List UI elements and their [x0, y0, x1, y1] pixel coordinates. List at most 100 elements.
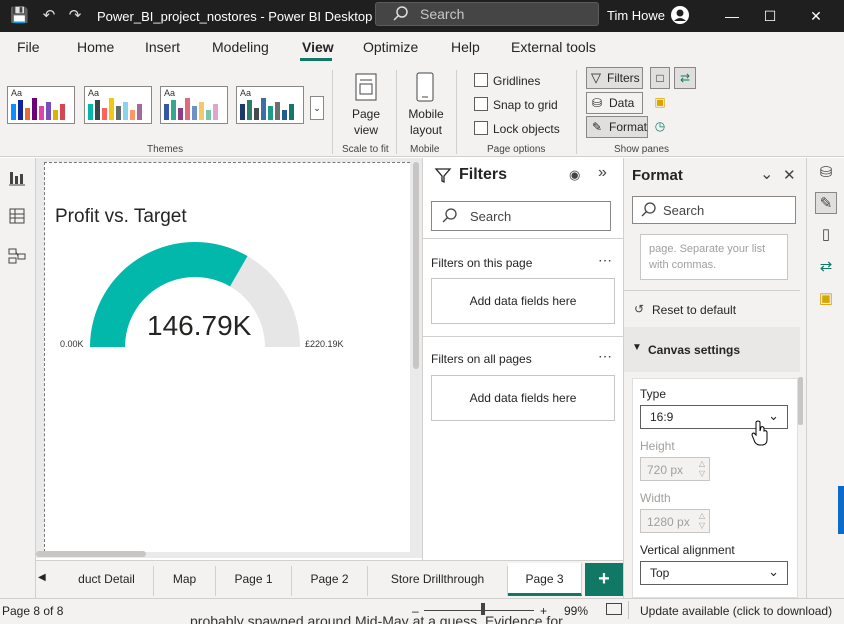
bookmark-pane-icon[interactable]: □: [650, 67, 670, 89]
snap-to-grid-checkbox[interactable]: [474, 97, 488, 111]
format-brush-icon: ✎: [592, 120, 603, 134]
divider: [422, 238, 623, 239]
menu-home[interactable]: Home: [77, 39, 114, 55]
tab-store-drillthrough[interactable]: Store Drillthrough: [368, 566, 508, 596]
database-icon: ⛁: [592, 96, 603, 110]
theme-swatch: [164, 98, 218, 120]
eye-icon[interactable]: ◉: [569, 167, 580, 183]
data-pane-icon[interactable]: ⛁: [815, 162, 837, 184]
vertical-alignment-label: Vertical alignment: [640, 543, 735, 557]
app-title: Power_BI_project_nostores - Power BI Des…: [97, 9, 373, 24]
filters-on-this-page-label: Filters on this page: [431, 256, 533, 270]
reset-to-default-link[interactable]: Reset to default: [652, 303, 736, 317]
format-pane-scrollbar[interactable]: [798, 377, 803, 425]
add-page-icon[interactable]: +: [585, 563, 623, 596]
selection-pane-icon[interactable]: ▣: [650, 92, 670, 114]
width-label: Width: [640, 491, 671, 505]
menu-external-tools[interactable]: External tools: [511, 39, 596, 55]
canvas-vertical-scrollbar[interactable]: [413, 162, 419, 369]
filters-on-all-pages-label: Filters on all pages: [431, 352, 532, 366]
vertical-alignment-dropdown[interactable]: Top ⌄: [640, 561, 788, 585]
tabs-scroll-left-icon[interactable]: ◀: [38, 572, 46, 583]
close-pane-icon[interactable]: ✕: [783, 166, 796, 184]
table-view-icon[interactable]: [7, 206, 27, 226]
snap-to-grid-label: Snap to grid: [493, 98, 558, 112]
undo-icon[interactable]: ↶: [40, 7, 58, 25]
page-filter-drop-zone[interactable]: Add data fields here: [431, 278, 615, 324]
mobile-layout-label[interactable]: Mobile layout: [402, 106, 450, 138]
theme-2[interactable]: Aa: [84, 86, 152, 124]
height-value: 720 px: [647, 463, 684, 477]
maximize-icon[interactable]: ☐: [760, 6, 780, 26]
chevron-down-icon: ⌄: [768, 564, 779, 579]
theme-4[interactable]: Aa: [236, 86, 304, 124]
collapse-pane-icon[interactable]: »: [598, 164, 607, 182]
menu-file[interactable]: File: [17, 39, 40, 55]
format-textarea[interactable]: page. Separate your list with commas.: [640, 234, 788, 280]
theme-3[interactable]: Aa: [160, 86, 228, 124]
report-view-icon[interactable]: [7, 168, 27, 188]
avatar-icon[interactable]: [670, 5, 690, 25]
lock-objects-checkbox[interactable]: [474, 121, 488, 135]
filters-search-input[interactable]: Search: [431, 201, 611, 231]
tab-page-1[interactable]: Page 1: [216, 566, 292, 596]
lock-objects-label: Lock objects: [493, 122, 560, 136]
menu-help[interactable]: Help: [451, 39, 480, 55]
menu-bar: File Home Insert Modeling View Optimize …: [0, 32, 844, 62]
filter-icon: [434, 168, 452, 184]
format-search-input[interactable]: Search: [632, 196, 796, 224]
filters-search-placeholder: Search: [470, 209, 512, 224]
minimize-icon[interactable]: —: [722, 6, 742, 26]
data-pane-button[interactable]: ⛁ Data: [586, 92, 643, 114]
update-available-link[interactable]: Update available (click to download): [640, 604, 832, 618]
redo-icon[interactable]: ↷: [66, 7, 84, 25]
filters-pane-button[interactable]: ▽ Filters: [586, 67, 643, 89]
mobile-layout-icon[interactable]: [414, 72, 436, 102]
menu-view[interactable]: View: [302, 39, 334, 55]
gridlines-checkbox[interactable]: [474, 73, 488, 87]
height-input[interactable]: 720 px △ ▽: [640, 457, 710, 481]
themes-group-label: Themes: [147, 144, 184, 155]
global-search-placeholder: Search: [420, 6, 465, 22]
bookmark-icon[interactable]: ▯: [815, 224, 837, 246]
themes-more-chevron-icon[interactable]: ⌄: [310, 96, 324, 120]
format-pane-button[interactable]: ✎ Format: [586, 116, 648, 138]
menu-optimize[interactable]: Optimize: [363, 39, 418, 55]
format-pane-icon[interactable]: ✎: [815, 192, 837, 214]
page-view-label[interactable]: Page view: [345, 106, 387, 138]
tab-map[interactable]: Map: [154, 566, 216, 596]
performance-analyzer-icon[interactable]: ◷: [650, 116, 670, 138]
tab-product-detail[interactable]: duct Detail: [60, 566, 154, 596]
page-view-icon[interactable]: [352, 72, 380, 102]
gridlines-label: Gridlines: [493, 74, 541, 88]
mobile-group-label: Mobile: [410, 144, 440, 155]
divider: [628, 601, 629, 619]
save-icon[interactable]: 💾: [10, 7, 29, 25]
title-bar: 💾 ↶ ↷ Power_BI_project_nostores - Power …: [0, 0, 844, 32]
sync-slicers-icon[interactable]: ⇄: [674, 67, 696, 89]
menu-modeling[interactable]: Modeling: [212, 39, 269, 55]
user-name[interactable]: Tim Howe: [607, 8, 665, 23]
search-icon: [393, 6, 408, 21]
width-input[interactable]: 1280 px △ ▽: [640, 509, 710, 533]
menu-insert[interactable]: Insert: [145, 39, 180, 55]
more-options-icon[interactable]: ⋯: [598, 348, 612, 365]
close-window-icon[interactable]: ✕: [806, 6, 826, 26]
divider: [624, 290, 800, 291]
theme-1[interactable]: Aa: [7, 86, 75, 124]
all-pages-filter-drop-zone[interactable]: Add data fields here: [431, 375, 615, 421]
sync-slicers-icon[interactable]: ⇄: [815, 256, 837, 278]
chevron-down-icon[interactable]: ⌄: [760, 164, 773, 184]
more-options-icon[interactable]: ⋯: [598, 252, 612, 269]
tab-page-3[interactable]: Page 3: [508, 563, 582, 596]
search-icon: [442, 208, 457, 223]
canvas-settings-header[interactable]: ▼ Canvas settings: [624, 327, 800, 372]
zoom-slider-track[interactable]: [424, 610, 534, 611]
global-search-box[interactable]: Search: [375, 2, 599, 26]
selection-pane-icon[interactable]: ▣: [815, 288, 837, 310]
model-view-icon[interactable]: [7, 246, 27, 266]
page-info: Page 8 of 8: [2, 604, 64, 618]
canvas-horizontal-scrollbar[interactable]: [36, 551, 146, 557]
tab-page-2[interactable]: Page 2: [292, 566, 368, 596]
background-window-text: probably spawned around Mid-May at a gue…: [190, 613, 563, 624]
